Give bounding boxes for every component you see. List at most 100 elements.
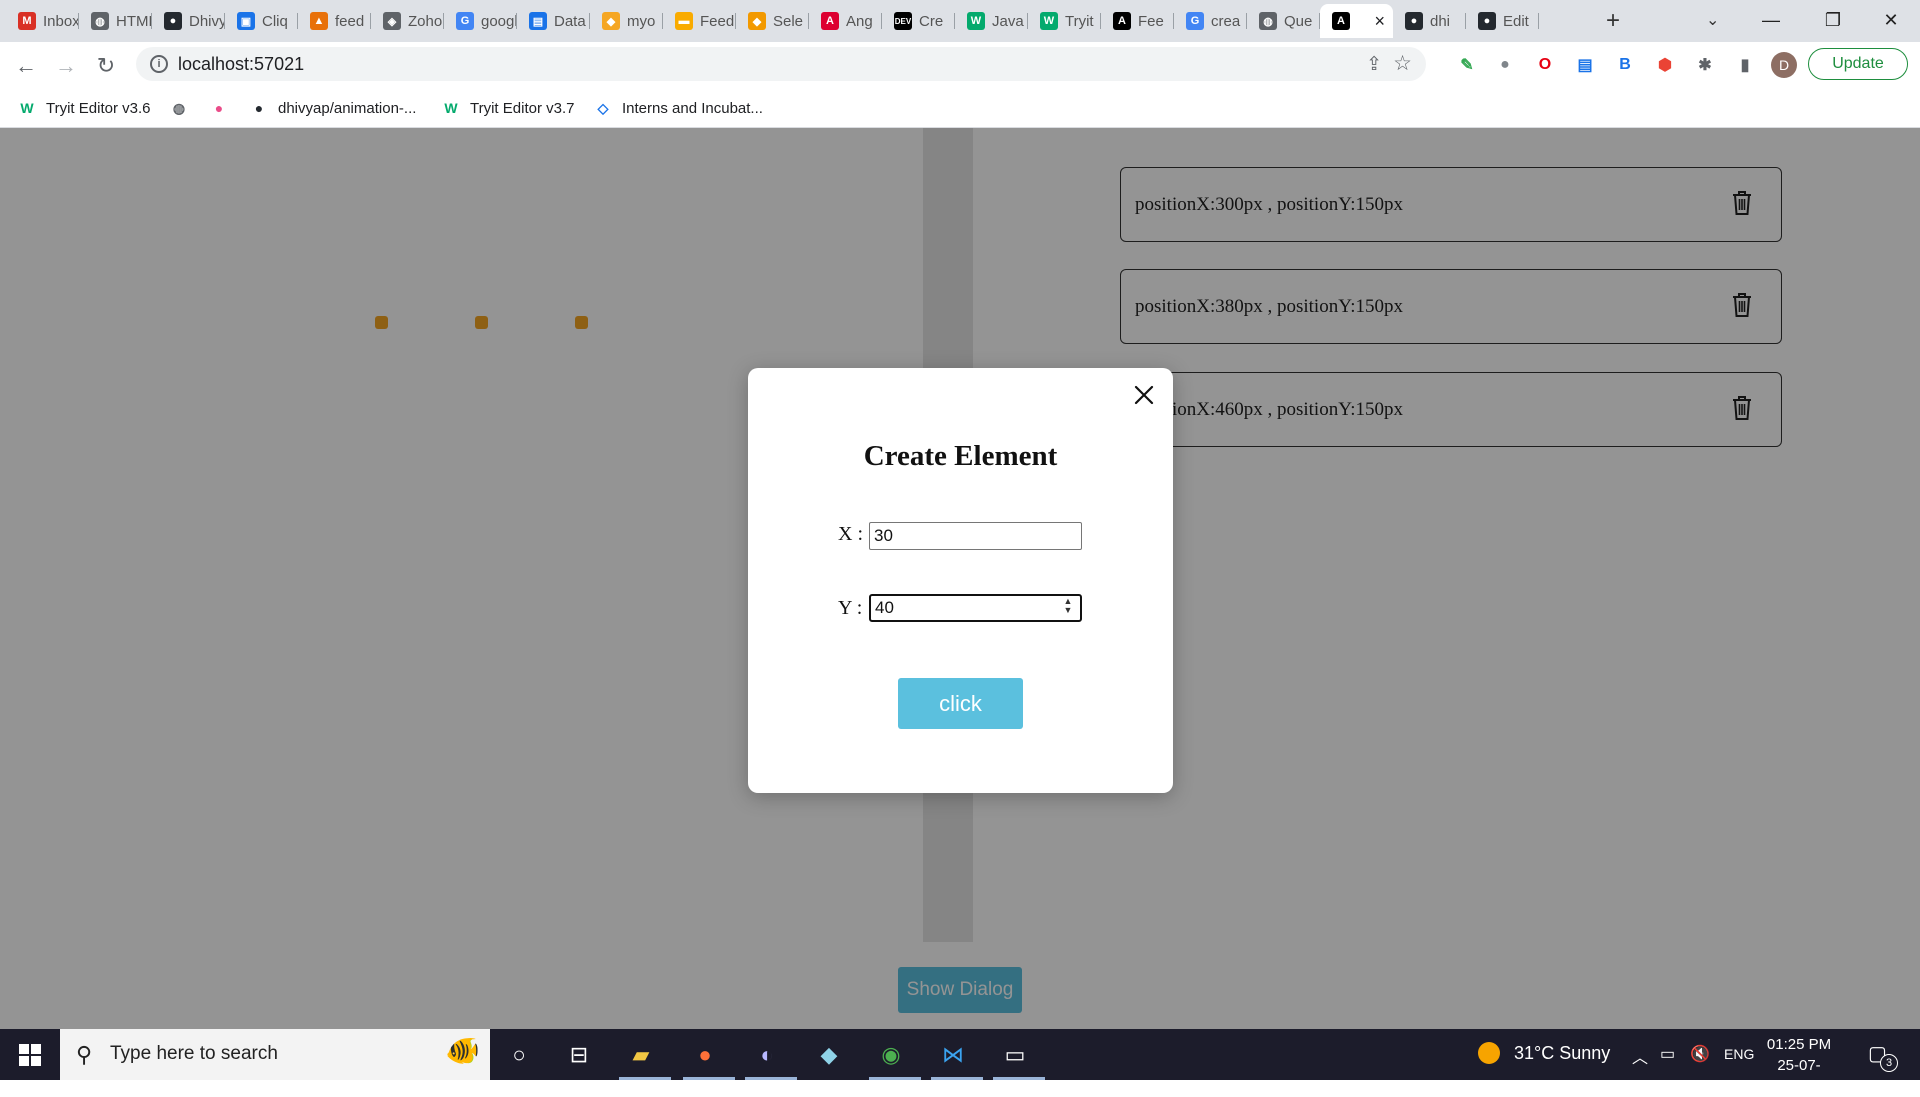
bookmark-dribbble[interactable]: ● (210, 96, 238, 120)
github-icon: ● (164, 12, 182, 30)
bookmark-star-icon[interactable]: ☆ (1393, 51, 1412, 76)
browser-tab[interactable]: W Tryit (1028, 4, 1101, 38)
extension-b-icon[interactable]: B (1614, 54, 1636, 76)
speaker-muted-icon[interactable]: 🔇 (1690, 1044, 1710, 1064)
globe-icon: ◍ (91, 12, 109, 30)
browser-tab[interactable]: ▤ Data (517, 4, 590, 38)
extension-reader-icon[interactable]: ▤ (1574, 54, 1596, 76)
restore-button[interactable]: ❐ (1810, 4, 1856, 36)
browser-tab[interactable]: A Fee (1101, 4, 1174, 38)
globe-icon: ◍ (172, 99, 186, 116)
browser-tab[interactable]: Ggoogle (444, 4, 517, 38)
battery-icon[interactable]: ▭ (1660, 1044, 1675, 1064)
zoho-icon: ◈ (383, 12, 401, 30)
new-tab-button[interactable]: + (1598, 6, 1628, 36)
close-icon[interactable] (1131, 382, 1157, 408)
taskbar-search-box[interactable]: ⚲ Type here to search 🐠 (60, 1029, 490, 1080)
chrome-icon[interactable]: ◉ (869, 1037, 913, 1073)
forward-arrow-icon[interactable]: → (50, 50, 82, 82)
extensions-puzzle-icon[interactable]: ✱ (1694, 54, 1716, 76)
bookmark-label: Interns and Incubat... (622, 99, 763, 117)
browser-tab[interactable]: ● Edit (1466, 4, 1539, 38)
angular-icon: A (821, 12, 839, 30)
browser-tab[interactable]: ▬ Feed (663, 4, 736, 38)
extension-opera-icon[interactable]: O (1534, 54, 1556, 76)
browser-tab[interactable]: W Java (955, 4, 1028, 38)
tab-search-chevron-icon[interactable]: ⌄ (1706, 10, 1719, 30)
file-explorer-icon[interactable]: ▰ (619, 1037, 663, 1073)
site-info-icon[interactable]: i (150, 55, 168, 73)
bookmark-interns[interactable]: ◇ Interns and Incubat... (594, 96, 763, 120)
terminal-icon[interactable]: ▭ (993, 1037, 1037, 1073)
extension-notification-icon[interactable]: ⬢ (1654, 54, 1676, 76)
browser-tab[interactable]: ▲ feed (298, 4, 371, 38)
bookmark-tryit-v37[interactable]: W Tryit Editor v3.7 (442, 96, 574, 120)
browser-tab[interactable]: ◍ Que (1247, 4, 1320, 38)
browser-tab[interactable]: M Inbox (6, 4, 79, 38)
click-button[interactable]: click (898, 678, 1023, 729)
task-view-icon[interactable]: ⊟ (557, 1037, 601, 1073)
w3schools-icon: W (444, 100, 458, 116)
weather-text: 31°C Sunny (1514, 1042, 1611, 1063)
browser-tab[interactable]: ▣ Cliq (225, 4, 298, 38)
browser-tab[interactable]: ● Dhivya (152, 4, 225, 38)
share-icon[interactable]: ⇪ (1366, 53, 1382, 76)
tab-label: Fee (1138, 12, 1164, 30)
number-spinner-icon[interactable]: ▲ ▼ (1061, 597, 1075, 617)
github-icon: ● (1405, 12, 1423, 30)
bookmark-label: dhivyap/animation-... (278, 99, 417, 117)
extension-eyedropper-icon[interactable]: ✎ (1456, 54, 1478, 76)
browser-tab[interactable]: ◆ myo (590, 4, 663, 38)
tab-label: crea (1211, 12, 1241, 30)
window-close-button[interactable]: ✕ (1868, 4, 1914, 36)
browser-tab[interactable]: ◍ HTML (79, 4, 152, 38)
bookmark-tryit-v36[interactable]: W Tryit Editor v3.6 (18, 96, 150, 120)
cortana-icon[interactable]: ○ (497, 1037, 541, 1073)
browser-tab[interactable]: ◈ Zoho (371, 4, 444, 38)
tab-label: dhi (1430, 12, 1451, 30)
profile-avatar[interactable]: D (1771, 52, 1797, 78)
vscode-icon[interactable]: ⋈ (931, 1037, 975, 1073)
x-input[interactable] (869, 522, 1082, 550)
y-input[interactable] (869, 594, 1082, 622)
tab-label: Que (1284, 12, 1313, 30)
tab-close-icon[interactable]: × (1374, 11, 1385, 32)
tab-label: Cre (919, 12, 944, 30)
tray-chevron-icon[interactable]: ︿ (1632, 1044, 1648, 1068)
dialog-title: Create Element (863, 440, 1058, 472)
windows-start-icon[interactable] (10, 1037, 50, 1073)
update-button[interactable]: Update (1808, 48, 1908, 80)
extension-chat-icon[interactable]: ● (1494, 54, 1516, 76)
clock[interactable]: 01:25 PM 25-07-2022 (1764, 1034, 1834, 1097)
side-panel-icon[interactable]: ▮ (1734, 54, 1756, 76)
weather-widget[interactable]: 31°C Sunny (1478, 1042, 1610, 1064)
back-arrow-icon[interactable]: ← (10, 50, 42, 82)
windows-taskbar: ⚲ Type here to search 🐠 ○ ⊟ ▰ ● ◐ ◆ ◉ ⋈ … (0, 1029, 1920, 1095)
google-icon: G (1186, 12, 1204, 30)
shield-icon: ◆ (748, 12, 766, 30)
x-label: X : (838, 523, 863, 545)
globe-icon: ◍ (1259, 12, 1277, 30)
browser-tab[interactable]: Gcrea (1174, 4, 1247, 38)
eclipse-icon[interactable]: ◐ (745, 1037, 789, 1073)
notepad-icon[interactable]: ◆ (807, 1037, 851, 1073)
browser-tab[interactable]: ◆ Sele (736, 4, 809, 38)
tab-active[interactable]: A × (1320, 4, 1393, 38)
tab-label: Tryit (1065, 12, 1094, 30)
browser-tab[interactable]: ● dhi (1393, 4, 1466, 38)
reload-icon[interactable]: ↻ (90, 50, 122, 82)
firefox-icon[interactable]: ● (683, 1037, 727, 1073)
browser-tab[interactable]: DEV Cre (882, 4, 955, 38)
dribbble-icon: ● (214, 100, 224, 116)
bookmark-animation-repo[interactable]: ● dhivyap/animation-... (250, 96, 417, 120)
minimize-button[interactable]: — (1748, 4, 1794, 36)
language-indicator[interactable]: ENG (1724, 1046, 1754, 1062)
angular-icon: A (1113, 12, 1131, 30)
address-bar[interactable]: i localhost:57021 ⇪ ☆ (136, 47, 1426, 81)
feedback-icon: ▬ (675, 12, 693, 30)
y-label: Y : (838, 597, 863, 619)
notification-count-badge: 3 (1880, 1054, 1898, 1072)
bookmark-globe[interactable]: ◍ (170, 96, 198, 120)
browser-tab[interactable]: A Ang (809, 4, 882, 38)
url-text[interactable]: localhost:57021 (178, 54, 304, 75)
